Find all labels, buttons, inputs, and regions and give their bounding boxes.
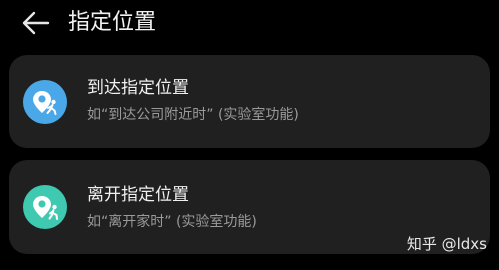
back-button[interactable]: [18, 8, 52, 38]
arrive-location-card[interactable]: 到达指定位置 如“到达公司附近时” (实验室功能): [9, 55, 490, 148]
arrive-location-icon: [23, 80, 67, 124]
watermark: 知乎 @ldxs: [406, 235, 487, 253]
header: 指定位置: [0, 0, 499, 48]
card-subtitle: 如“离开家时” (实验室功能): [87, 214, 257, 230]
screen: 指定位置 到达指定位置 如“到达公司附近时” (实验室功能) 离开指定位置 如“…: [0, 0, 499, 270]
leave-location-icon: [23, 185, 67, 229]
card-title: 离开指定位置: [87, 185, 189, 205]
page-title: 指定位置: [68, 10, 157, 35]
arrow-left-icon: [22, 11, 50, 35]
card-title: 到达指定位置: [87, 78, 189, 98]
card-subtitle: 如“到达公司附近时” (实验室功能): [87, 107, 299, 123]
